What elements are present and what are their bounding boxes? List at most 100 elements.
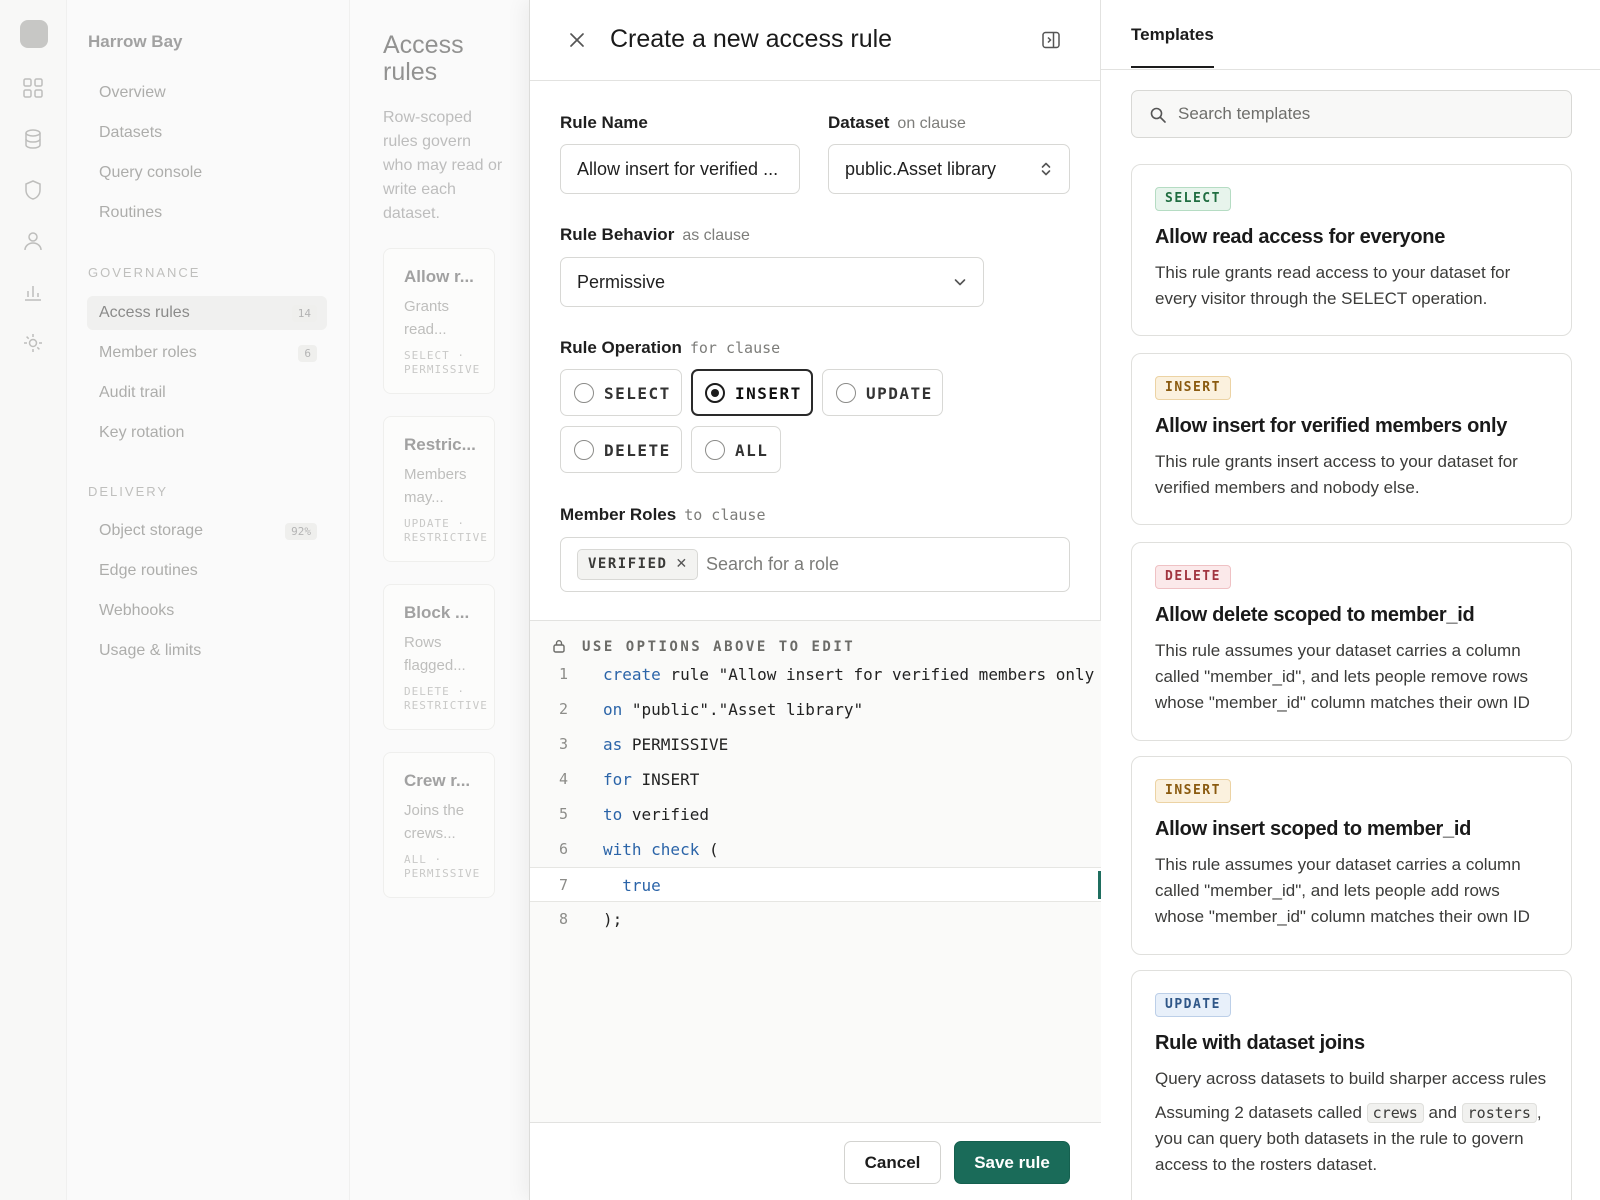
rule-card-title: Allow r...: [404, 267, 474, 286]
tab-templates[interactable]: Templates: [1131, 25, 1214, 68]
template-title: Allow insert for verified members only: [1155, 415, 1508, 437]
template-example: Assuming 2 datasets called crews and ros…: [1155, 1100, 1548, 1178]
operation-option-insert[interactable]: INSERT: [691, 369, 813, 416]
operation-badge: SELECT: [1155, 187, 1231, 211]
sidebar-item-member-roles[interactable]: Member roles 6: [87, 336, 327, 370]
page-title: Access rules: [383, 31, 464, 86]
code-keyword: as: [603, 735, 623, 754]
code-text: to verified: [603, 797, 709, 832]
line-number: 4: [558, 770, 568, 788]
sidebar-item-overview[interactable]: Overview: [87, 76, 327, 110]
rule-card-title: Crew r...: [404, 771, 471, 790]
chevron-down-icon: [954, 279, 966, 286]
sidebar-item-datasets[interactable]: Datasets: [87, 116, 327, 150]
close-icon[interactable]: [566, 29, 588, 51]
code-rest: "public"."Asset library": [622, 700, 864, 719]
rule-card-meta: ALL · PERMISSIVE: [404, 853, 481, 880]
code-line: 3 as PERMISSIVE: [530, 727, 1101, 762]
sidebar-item-usage-limits[interactable]: Usage & limits: [87, 634, 327, 668]
operation-badge: DELETE: [1155, 565, 1231, 589]
section-heading-governance: GOVERNANCE: [88, 265, 201, 280]
template-card[interactable]: DELETE Allow delete scoped to member_id Th…: [1131, 542, 1572, 741]
code-text: true: [603, 868, 661, 903]
option-label: INSERT: [735, 384, 802, 403]
sheet-header: Create a new access rule: [530, 0, 1101, 81]
operation-option-all[interactable]: ALL: [691, 426, 781, 473]
sidebar-item-label: Edge routines: [99, 562, 198, 579]
sidebar-item-label: Access rules: [99, 304, 190, 321]
template-description: This rule assumes your dataset carries a…: [1155, 855, 1530, 926]
sidebar-item-audit-trail[interactable]: Audit trail: [87, 376, 327, 410]
templates-search-input[interactable]: [1178, 99, 1558, 129]
role-search-input[interactable]: [706, 548, 1046, 580]
lock-icon: [553, 640, 565, 653]
icon-rail: [0, 0, 67, 1200]
operation-label: Rule Operation for clause: [560, 338, 780, 358]
code-keyword: on: [603, 700, 623, 719]
settings-icon[interactable]: [22, 332, 44, 354]
behavior-select[interactable]: Permissive: [560, 257, 984, 307]
rule-card[interactable]: Allow r... Grants read... SELECT · PERMI…: [383, 248, 495, 394]
search-icon: [1150, 107, 1166, 123]
bar-chart-icon[interactable]: [22, 281, 44, 303]
radio-icon: [574, 440, 594, 460]
label-hint: on clause: [897, 115, 966, 132]
code-keyword: with check: [603, 840, 700, 859]
operation-option-select[interactable]: SELECT: [560, 369, 682, 416]
cancel-button[interactable]: Cancel: [844, 1141, 941, 1184]
code-keyword: create: [603, 665, 661, 684]
sidebar-item-routines[interactable]: Routines: [87, 196, 327, 230]
grid-icon[interactable]: [22, 77, 44, 99]
rule-card[interactable]: Block ... Rows flagged... DELETE · RESTR…: [383, 584, 495, 730]
template-card[interactable]: UPDATE Rule with dataset joins Query acros…: [1131, 970, 1572, 1200]
sidebar-item-key-rotation[interactable]: Key rotation: [87, 416, 327, 450]
shield-icon[interactable]: [22, 179, 44, 201]
label-text: Rule Operation: [560, 338, 682, 357]
rule-name-label: Rule Name: [560, 113, 648, 133]
sidebar-item-object-storage[interactable]: Object storage 92%: [87, 514, 327, 548]
remove-role-icon[interactable]: ✕: [675, 556, 687, 572]
database-icon[interactable]: [22, 128, 44, 150]
template-card[interactable]: SELECT Allow read access for everyone This…: [1131, 164, 1572, 336]
sheet-title: Create a new access rule: [610, 25, 893, 53]
radio-selected-icon: [705, 383, 725, 403]
template-card[interactable]: INSERT Allow insert scoped to member_id Th…: [1131, 756, 1572, 955]
rule-name-input[interactable]: Allow insert for verified ...: [560, 144, 800, 194]
rule-card-desc: Members may...: [404, 466, 467, 506]
section-heading-delivery: DELIVERY: [88, 484, 169, 499]
rule-card-meta: SELECT · PERMISSIVE: [404, 349, 481, 376]
inline-code: rosters: [1461, 1103, 1537, 1123]
sidebar-item-label: Usage & limits: [99, 642, 202, 659]
rule-card[interactable]: Restric... Members may... UPDATE · RESTR…: [383, 416, 495, 562]
sidebar-item-webhooks[interactable]: Webhooks: [87, 594, 327, 628]
templates-search: [1131, 90, 1572, 138]
user-icon[interactable]: [22, 230, 44, 252]
code-text: create rule "Allow insert for verified m…: [603, 657, 1094, 692]
code-line: 7 true: [530, 867, 1101, 902]
toggle-panel-icon[interactable]: [1041, 30, 1061, 50]
roles-field: VERIFIED ✕: [560, 537, 1070, 592]
operation-badge: INSERT: [1155, 779, 1231, 803]
rule-card[interactable]: Crew r... Joins the crews... ALL · PERMI…: [383, 752, 495, 898]
count-badge: 6: [298, 345, 317, 362]
code-line: 8);: [530, 902, 1101, 937]
label-text: Dataset: [828, 113, 890, 132]
save-rule-button[interactable]: Save rule: [954, 1141, 1070, 1184]
operation-option-update[interactable]: UPDATE: [822, 369, 943, 416]
operation-option-delete[interactable]: DELETE: [560, 426, 682, 473]
sidebar-item-query-console[interactable]: Query console: [87, 156, 327, 190]
sheet-footer: Cancel Save rule: [530, 1122, 1101, 1200]
line-number: 3: [558, 735, 568, 753]
dataset-select[interactable]: public.Asset library: [828, 144, 1070, 194]
code-line: 5 to verified: [530, 797, 1101, 832]
code-text: as PERMISSIVE: [603, 727, 728, 762]
lock-message-text: USE OPTIONS ABOVE TO EDIT: [582, 639, 856, 655]
rule-card-desc: Grants read...: [404, 298, 450, 338]
rule-card-title: Block ...: [404, 603, 470, 622]
template-card[interactable]: INSERT Allow insert for verified members …: [1131, 353, 1572, 525]
code-line: 2 on "public"."Asset library": [530, 692, 1101, 727]
operation-badge: UPDATE: [1155, 993, 1231, 1017]
sidebar-item-access-rules[interactable]: Access rules 14: [87, 296, 327, 330]
rule-card-meta: DELETE · RESTRICTIVE: [404, 685, 488, 712]
sidebar-item-edge-routines[interactable]: Edge routines: [87, 554, 327, 588]
